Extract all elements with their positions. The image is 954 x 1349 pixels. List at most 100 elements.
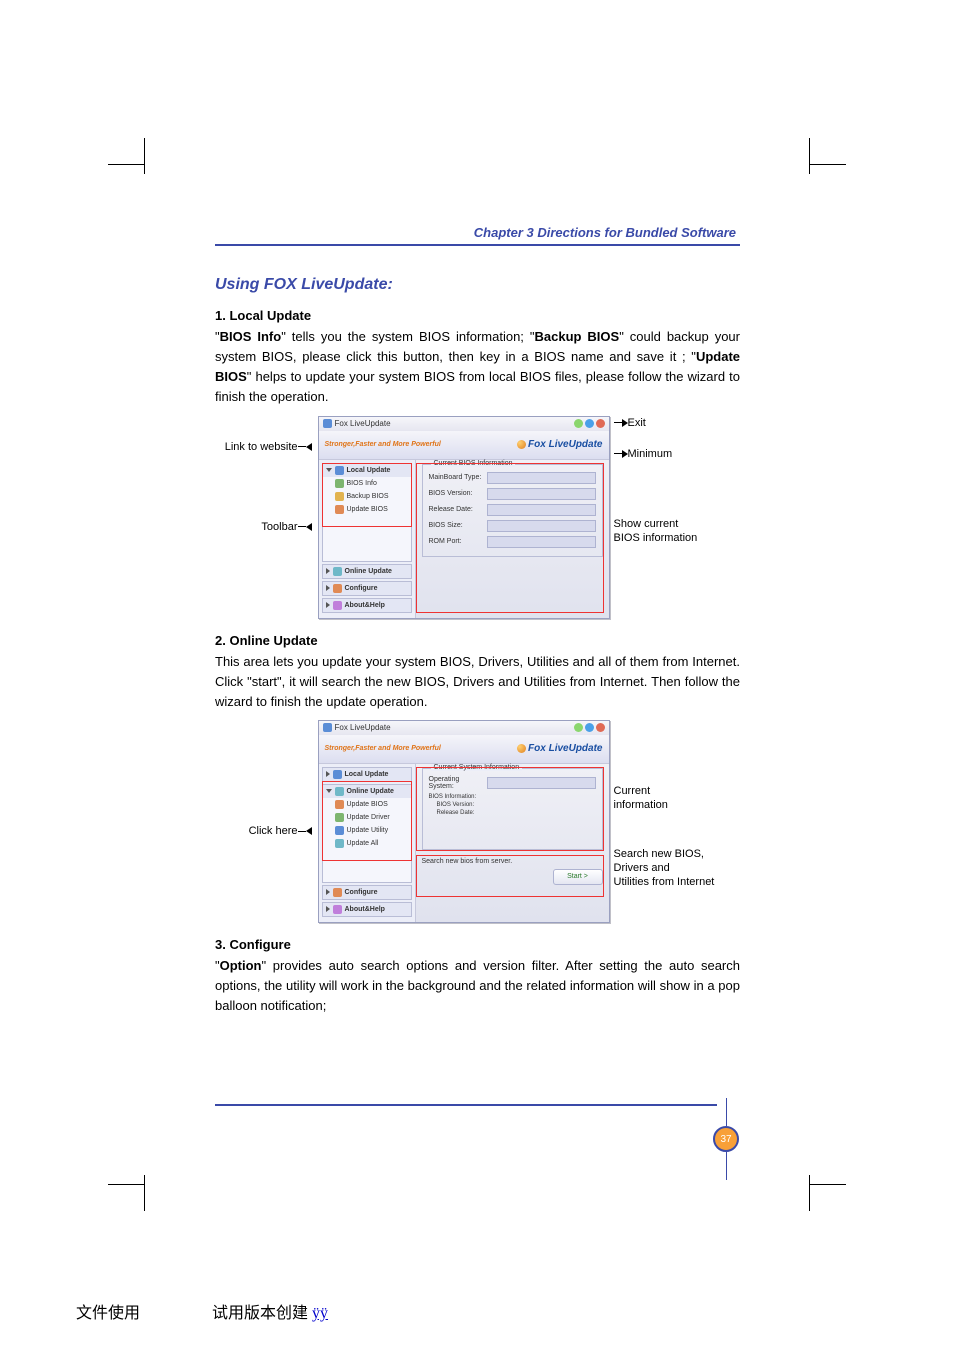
crop-mark (809, 1175, 810, 1211)
brand-icon (517, 744, 526, 753)
sidebar-item-update-driver[interactable]: Update Driver (323, 811, 411, 824)
folder-icon (335, 466, 344, 475)
start-button[interactable]: Start > (553, 869, 603, 885)
text: " tells you the system BIOS information;… (281, 329, 534, 344)
help-icon (333, 905, 342, 914)
sidebar-item-update-bios[interactable]: Update BIOS (323, 503, 411, 516)
utility-icon (335, 826, 344, 835)
text-bold: Backup BIOS (534, 329, 619, 344)
sidebar-item-update-utility[interactable]: Update Utility (323, 824, 411, 837)
anno-show-bios-info: Show currentBIOS information (614, 517, 700, 546)
banner: Stronger,Faster and More Powerful Fox Li… (319, 735, 609, 764)
crop-mark (810, 1184, 846, 1185)
globe-icon (333, 567, 342, 576)
anno-current-info: Currentinformation (614, 784, 670, 813)
field-rom-port (487, 536, 596, 548)
field-os (487, 777, 596, 789)
app-icon (323, 723, 332, 732)
footer-text: 文件使用 (76, 1305, 144, 1322)
save-icon (335, 492, 344, 501)
window-title: Fox LiveUpdate (335, 419, 391, 428)
footer-divider (215, 1104, 717, 1106)
sidebar: Local Update BIOS Info Backup BIOS Updat… (319, 460, 416, 618)
sidebar-item-bios-info[interactable]: BIOS Info (323, 477, 411, 490)
folder-icon (333, 770, 342, 779)
sidebar-head-configure[interactable]: Configure (323, 886, 411, 899)
driver-icon (335, 813, 344, 822)
help-button[interactable] (585, 419, 594, 428)
chevron-right-icon (326, 585, 330, 591)
crop-mark (144, 138, 145, 174)
gear-icon (333, 888, 342, 897)
anno-click-here: Click here (249, 824, 314, 838)
footer-link[interactable]: ÿÿ (312, 1305, 328, 1322)
window-title: Fox LiveUpdate (335, 723, 391, 732)
crop-mark (810, 164, 846, 165)
field-bios-version (487, 488, 596, 500)
field-release-date (487, 504, 596, 516)
field-mainboard (487, 472, 596, 484)
sidebar-head-online-update[interactable]: Online Update (323, 565, 411, 578)
subhead-online-update: 2. Online Update (215, 633, 740, 648)
header-divider (215, 244, 740, 246)
section-title: Using FOX LiveUpdate: (215, 276, 740, 294)
anno-minimum: Minimum (614, 447, 675, 461)
sidebar-item-update-bios[interactable]: Update BIOS (323, 798, 411, 811)
help-button[interactable] (585, 723, 594, 732)
close-button[interactable] (596, 419, 605, 428)
crop-mark (144, 1175, 145, 1211)
anno-link-to-website: Link to website (225, 440, 314, 454)
search-text: Search new bios from server. (422, 858, 603, 865)
anno-toolbar: Toolbar (261, 520, 313, 534)
page-number: 37 (713, 1126, 739, 1152)
chevron-down-icon (326, 789, 332, 793)
brand-text: Fox LiveUpdate (517, 743, 602, 754)
chevron-right-icon (326, 602, 330, 608)
field-bios-size (487, 520, 596, 532)
footer-text-2: 试用版本创建 (212, 1305, 312, 1322)
label-bios-size: BIOS Size: (429, 522, 483, 529)
help-icon (333, 601, 342, 610)
text: " helps to update your system BIOS from … (215, 369, 740, 404)
minimize-button[interactable] (574, 419, 583, 428)
brand-icon (517, 440, 526, 449)
text: " provides auto search options and versi… (215, 958, 740, 1013)
text-bold: BIOS Info (220, 329, 282, 344)
pdf-footer: 文件使用 试用版本创建 ÿÿ (76, 1299, 328, 1323)
sidebar-head-local-update[interactable]: Local Update (323, 768, 411, 781)
chevron-right-icon (326, 771, 330, 777)
all-icon (335, 839, 344, 848)
sidebar-head-about[interactable]: About&Help (323, 903, 411, 916)
globe-icon (335, 787, 344, 796)
label-release-date: Release Date: (429, 506, 483, 513)
chevron-down-icon (326, 468, 332, 472)
close-button[interactable] (596, 723, 605, 732)
panel-title: Current BIOS Information (431, 460, 516, 467)
app-window-2: Fox LiveUpdate Stronger,Faster and More … (318, 720, 610, 923)
sidebar-head-about[interactable]: About&Help (323, 599, 411, 612)
paragraph-online-update: This area lets you update your system BI… (215, 652, 740, 712)
sidebar-item-backup-bios[interactable]: Backup BIOS (323, 490, 411, 503)
sidebar-head-online-update[interactable]: Online Update (323, 785, 411, 798)
page-number-badge: 37 (711, 1098, 741, 1180)
slogan-link[interactable]: Stronger,Faster and More Powerful (325, 441, 441, 448)
main-panel: Current BIOS Information MainBoard Type:… (416, 460, 609, 618)
panel-title: Current System Information (431, 764, 523, 771)
slogan-link[interactable]: Stronger,Faster and More Powerful (325, 745, 441, 752)
sidebar-head-configure[interactable]: Configure (323, 582, 411, 595)
sidebar: Local Update Online Update Update BIOS U… (319, 764, 416, 922)
subhead-local-update: 1. Local Update (215, 308, 740, 323)
app-window-1: Fox LiveUpdate Stronger,Faster and More … (318, 416, 610, 619)
label-release-date: Release Date: (429, 810, 596, 818)
chip-icon (335, 479, 344, 488)
sidebar-head-local-update[interactable]: Local Update (323, 464, 411, 477)
label-bios-info: BIOS Information: (429, 794, 596, 802)
minimize-button[interactable] (574, 723, 583, 732)
brand-text: Fox LiveUpdate (517, 439, 602, 450)
gear-icon (333, 584, 342, 593)
sidebar-item-update-all[interactable]: Update All (323, 837, 411, 850)
crop-mark (108, 1184, 144, 1185)
main-panel: Current System Information Operating Sys… (416, 764, 609, 922)
figure-online-update: Click here Fox LiveUpdate Stronger,Faste… (215, 720, 740, 923)
update-icon (335, 800, 344, 809)
